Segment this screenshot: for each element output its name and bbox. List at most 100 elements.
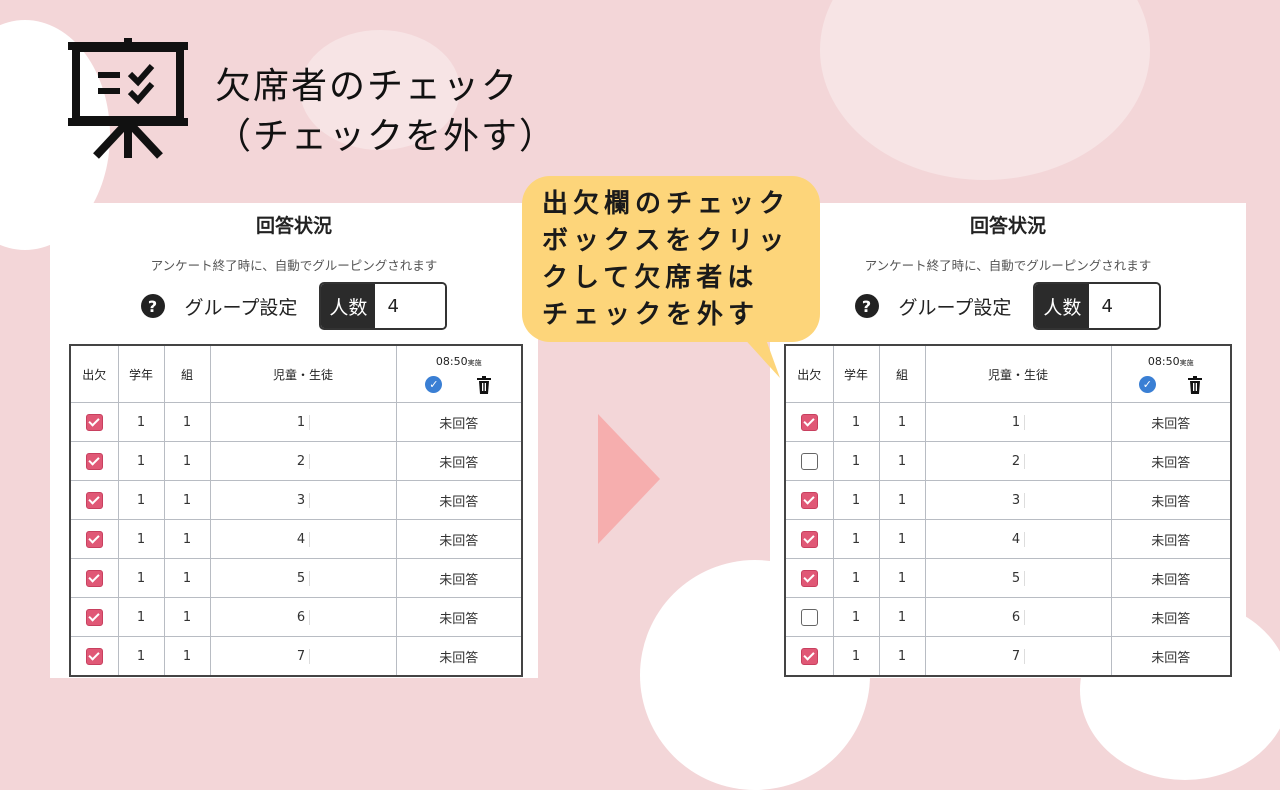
student-name: 5: [1011, 570, 1026, 586]
answer-cell: 未回答: [1110, 597, 1232, 637]
attendance-checkbox[interactable]: [85, 530, 103, 548]
class-cell: 1: [878, 597, 926, 637]
group-size-input[interactable]: 4: [1089, 284, 1160, 328]
grade-cell: 1: [117, 519, 165, 559]
attendance-checkbox[interactable]: [85, 608, 103, 626]
table-row: 1 1 2 未回答: [69, 441, 523, 481]
session-time: 08:50: [435, 354, 468, 368]
group-settings-row: ? グループ設定 人数 4: [50, 282, 538, 330]
attendance-checkbox[interactable]: [800, 647, 818, 665]
column-header-session: 08:50実施 ✓: [1110, 344, 1232, 403]
callout-tail: [740, 334, 780, 378]
answer-cell: 未回答: [395, 402, 523, 442]
class-cell: 1: [878, 441, 926, 481]
grade-cell: 1: [832, 519, 880, 559]
class-cell: 1: [163, 597, 211, 637]
group-size-control[interactable]: 人数 4: [1033, 282, 1162, 330]
class-cell: 1: [163, 441, 211, 481]
student-name: 4: [296, 531, 311, 547]
attendance-checkbox[interactable]: [85, 413, 103, 431]
attendance-checkbox[interactable]: [800, 491, 818, 509]
background-blob: [820, 0, 1150, 180]
student-cell: 6: [924, 597, 1112, 637]
help-icon[interactable]: ?: [854, 294, 879, 318]
column-header-student: 児童・生徒: [209, 344, 397, 403]
help-icon[interactable]: ?: [140, 294, 165, 318]
attendance-checkbox[interactable]: [800, 608, 818, 626]
group-size-label: 人数: [1035, 284, 1090, 328]
attendance-checkbox[interactable]: [800, 452, 818, 470]
student-name: 7: [296, 648, 311, 664]
answer-cell: 未回答: [1110, 441, 1232, 481]
trash-icon[interactable]: [476, 375, 492, 394]
right-arrow-icon: [598, 414, 660, 544]
panel-heading: 回答状況: [255, 215, 332, 237]
attendance-checkbox[interactable]: [85, 491, 103, 509]
callout-line: 出欠欄のチェック: [542, 189, 791, 219]
table-row: 1 1 7 未回答: [784, 636, 1232, 677]
group-size-control[interactable]: 人数 4: [319, 282, 448, 330]
check-circle-icon[interactable]: ✓: [1138, 376, 1156, 393]
attendance-cell: [69, 519, 119, 559]
student-cell: 3: [209, 480, 397, 520]
column-header-student: 児童・生徒: [924, 344, 1112, 403]
grade-cell: 1: [117, 441, 165, 481]
student-name: 3: [1011, 492, 1026, 508]
answer-cell: 未回答: [1110, 480, 1232, 520]
grade-cell: 1: [117, 636, 165, 677]
attendance-checkbox[interactable]: [800, 413, 818, 431]
table-row: 1 1 5 未回答: [69, 558, 523, 598]
answer-cell: 未回答: [1110, 402, 1232, 442]
grouping-note: アンケート終了時に、自動でグルーピングされます: [150, 258, 438, 273]
attendance-cell: [69, 480, 119, 520]
attendance-checkbox[interactable]: [800, 569, 818, 587]
group-size-input[interactable]: 4: [375, 284, 446, 328]
table-row: 1 1 1 未回答: [69, 402, 523, 442]
student-name: 2: [1011, 453, 1026, 469]
student-cell: 5: [209, 558, 397, 598]
student-name: 1: [296, 414, 311, 430]
attendance-cell: [69, 597, 119, 637]
check-circle-icon[interactable]: ✓: [425, 376, 443, 393]
class-cell: 1: [878, 480, 926, 520]
student-cell: 7: [924, 636, 1112, 677]
student-cell: 7: [209, 636, 397, 677]
student-name: 2: [296, 453, 311, 469]
session-time: 08:50: [1147, 354, 1180, 368]
table-row: 1 1 5 未回答: [784, 558, 1232, 598]
answer-cell: 未回答: [395, 597, 523, 637]
column-header-class: 組: [163, 344, 211, 403]
table-row: 1 1 2 未回答: [784, 441, 1232, 481]
attendance-cell: [784, 402, 834, 442]
student-name: 1: [1011, 414, 1026, 430]
student-table-body: 1 1 1 未回答 1 1 2 未回答 1 1 3 未回答 1 1 4 未回答 1 1 5 未回答 1 1 6 未回答 1 1 7 未…: [69, 402, 523, 677]
presentation-board-icon: [68, 38, 188, 159]
response-status-panel-after: 回答状況 アンケート終了時に、自動でグルーピングされます ? グループ設定 人数…: [770, 203, 1246, 678]
attendance-checkbox[interactable]: [85, 647, 103, 665]
attendance-cell: [784, 480, 834, 520]
callout-line: チェックを外す: [542, 300, 760, 330]
callout-line: クして欠席者は: [542, 263, 759, 293]
answer-cell: 未回答: [395, 480, 523, 520]
table-row: 1 1 6 未回答: [69, 597, 523, 637]
grade-cell: 1: [117, 597, 165, 637]
grade-cell: 1: [832, 597, 880, 637]
student-table-body: 1 1 1 未回答 1 1 2 未回答 1 1 3 未回答 1 1 4 未回答 1 1 5 未回答 1 1 6 未回答 1 1 7 未…: [784, 402, 1232, 677]
attendance-checkbox[interactable]: [800, 530, 818, 548]
grade-cell: 1: [832, 636, 880, 677]
answer-cell: 未回答: [1110, 519, 1232, 559]
attendance-checkbox[interactable]: [85, 569, 103, 587]
slide-title: 欠席者のチェック （チェックを外す）: [215, 62, 557, 162]
attendance-cell: [784, 558, 834, 598]
attendance-checkbox[interactable]: [85, 452, 103, 470]
slide-title-line1: 欠席者のチェック: [215, 66, 520, 107]
class-cell: 1: [878, 402, 926, 442]
student-cell: 2: [924, 441, 1112, 481]
attendance-cell: [69, 636, 119, 677]
column-header-class: 組: [878, 344, 926, 403]
group-settings-label: グループ設定: [184, 296, 298, 319]
student-name: 6: [296, 609, 311, 625]
trash-icon[interactable]: [1187, 375, 1203, 394]
attendance-cell: [69, 558, 119, 598]
grade-cell: 1: [117, 480, 165, 520]
